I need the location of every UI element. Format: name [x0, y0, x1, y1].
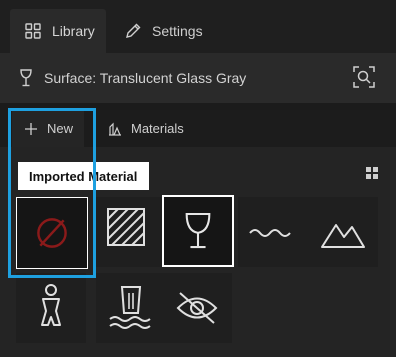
materials-icon: [108, 122, 122, 136]
plus-icon: [24, 122, 38, 136]
wine-glass-icon: [19, 69, 33, 87]
waterfall-icon: [109, 286, 151, 329]
sub-tab-bar: New Materials: [0, 110, 396, 147]
tile-waterfall-material[interactable]: [96, 273, 166, 343]
tile-hatch-material[interactable]: [96, 197, 166, 267]
tab-new-label: New: [47, 121, 74, 136]
top-tab-bar: Library Settings: [0, 0, 396, 53]
tooltip: Imported Material: [18, 162, 149, 190]
tile-glass-material[interactable]: [162, 195, 234, 267]
pencil-icon: [124, 22, 142, 40]
person-icon: [41, 284, 61, 326]
surface-row: Surface: Translucent Glass Gray: [0, 53, 396, 103]
no-material-icon: [37, 218, 67, 248]
tab-materials-label: Materials: [131, 121, 184, 136]
tab-settings[interactable]: Settings: [116, 9, 226, 53]
tab-materials[interactable]: Materials: [96, 110, 206, 147]
wine-glass-icon: [185, 212, 211, 249]
grid-icon: [24, 22, 42, 40]
tile-terrain-material[interactable]: [308, 197, 378, 267]
material-library-panel: Library Settings Surface: Translucent Gl…: [0, 0, 396, 357]
tile-water-surface-material[interactable]: [238, 197, 308, 267]
hatch-icon: [107, 208, 145, 246]
search-icon[interactable]: [352, 65, 376, 89]
grid-view-icon[interactable]: [366, 166, 378, 179]
tile-person-material[interactable]: [16, 273, 86, 343]
tab-new[interactable]: New: [12, 110, 84, 147]
eye-off-icon: [176, 292, 218, 324]
surface-label: Surface: Translucent Glass Gray: [44, 70, 247, 86]
tab-library[interactable]: Library: [10, 9, 106, 53]
tab-library-label: Library: [52, 23, 95, 39]
tooltip-text: Imported Material: [29, 168, 138, 184]
tab-settings-label: Settings: [152, 23, 203, 39]
tile-hidden-material[interactable]: [162, 273, 232, 343]
tile-none-material[interactable]: [16, 197, 88, 269]
wave-icon: [249, 229, 291, 237]
mountain-icon: [321, 224, 365, 248]
